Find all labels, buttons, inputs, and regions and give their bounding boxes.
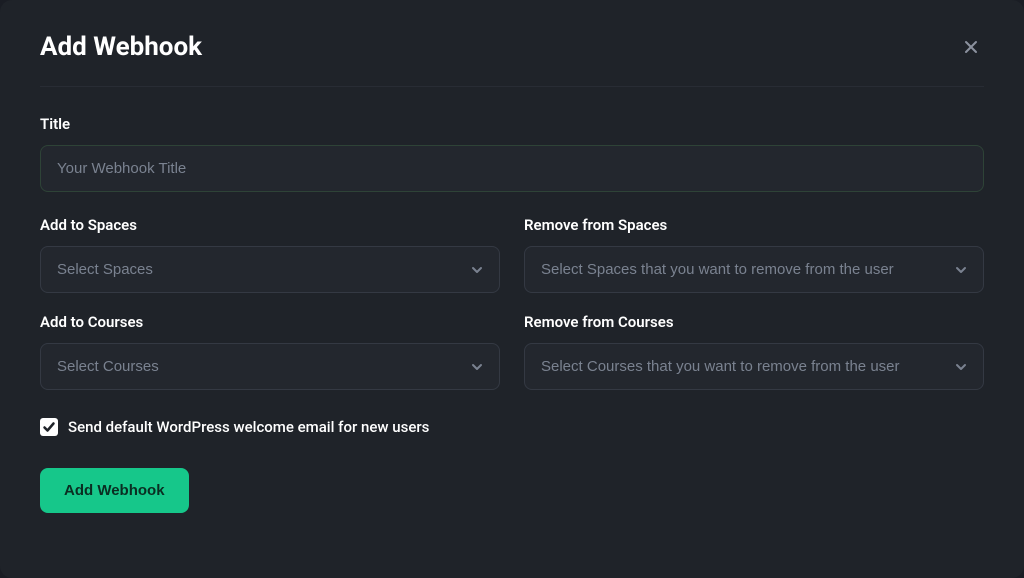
welcome-email-label[interactable]: Send default WordPress welcome email for… <box>68 418 429 436</box>
add-courses-select[interactable]: Select Courses <box>40 343 500 390</box>
close-icon <box>962 38 980 56</box>
remove-courses-select-wrapper: Select Courses that you want to remove f… <box>524 343 984 390</box>
title-input[interactable] <box>40 145 984 192</box>
add-courses-select-wrapper: Select Courses <box>40 343 500 390</box>
remove-spaces-select[interactable]: Select Spaces that you want to remove fr… <box>524 246 984 293</box>
title-label: Title <box>40 115 984 133</box>
add-spaces-select[interactable]: Select Spaces <box>40 246 500 293</box>
remove-courses-select[interactable]: Select Courses that you want to remove f… <box>524 343 984 390</box>
welcome-email-checkbox[interactable] <box>40 418 58 436</box>
modal-header: Add Webhook <box>40 32 984 87</box>
add-courses-label: Add to Courses <box>40 313 500 331</box>
add-courses-section: Add to Courses Select Courses <box>40 313 500 390</box>
remove-spaces-section: Remove from Spaces Select Spaces that yo… <box>524 216 984 293</box>
form-grid: Add to Spaces Select Spaces Remove from … <box>40 216 984 390</box>
remove-courses-section: Remove from Courses Select Courses that … <box>524 313 984 390</box>
remove-spaces-label: Remove from Spaces <box>524 216 984 234</box>
add-spaces-select-wrapper: Select Spaces <box>40 246 500 293</box>
close-button[interactable] <box>958 34 984 60</box>
welcome-email-checkbox-row: Send default WordPress welcome email for… <box>40 418 984 436</box>
add-spaces-label: Add to Spaces <box>40 216 500 234</box>
modal-title: Add Webhook <box>40 32 202 62</box>
title-section: Title <box>40 115 984 192</box>
add-webhook-modal: Add Webhook Title Add to Spaces Select S… <box>0 0 1024 578</box>
remove-spaces-select-wrapper: Select Spaces that you want to remove fr… <box>524 246 984 293</box>
add-spaces-section: Add to Spaces Select Spaces <box>40 216 500 293</box>
remove-courses-label: Remove from Courses <box>524 313 984 331</box>
check-icon <box>42 420 56 434</box>
add-webhook-button[interactable]: Add Webhook <box>40 468 189 513</box>
